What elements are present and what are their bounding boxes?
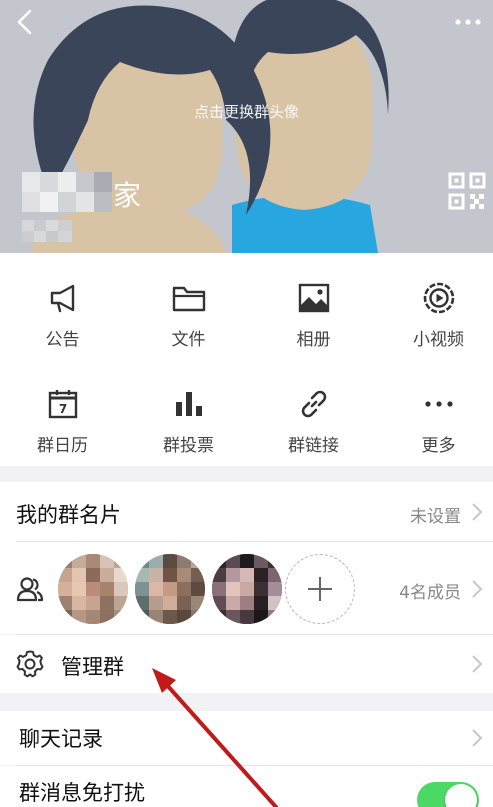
manage-group-row[interactable]: 管理群 xyxy=(0,635,493,693)
action-label: 更多 xyxy=(421,436,456,456)
action-short-video[interactable]: 小视频 xyxy=(377,253,493,353)
action-announcement[interactable]: 公告 xyxy=(1,253,124,353)
action-label: 群投票 xyxy=(163,436,214,456)
do-not-disturb-row: 群消息免打扰 xyxy=(0,766,493,807)
do-not-disturb-label: 群消息免打扰 xyxy=(19,781,145,805)
bar-chart-icon xyxy=(175,392,202,416)
chevron-right-icon xyxy=(472,580,483,598)
chevron-left-icon xyxy=(17,9,32,35)
action-label: 文件 xyxy=(171,330,206,350)
action-files[interactable]: 文件 xyxy=(127,253,250,353)
chevron-right-icon xyxy=(472,729,483,747)
calendar-icon: 7 xyxy=(48,390,77,419)
action-label: 群日历 xyxy=(37,436,88,456)
blurred-group-subtitle xyxy=(22,220,72,242)
action-label: 群链接 xyxy=(288,436,339,456)
member-avatar[interactable] xyxy=(135,554,205,624)
megaphone-icon xyxy=(50,284,74,313)
blurred-group-name xyxy=(22,172,112,212)
chevron-right-icon xyxy=(472,655,483,673)
change-avatar-hint[interactable]: 点击更换群头像 xyxy=(0,101,493,122)
member-count: 4名成员 xyxy=(399,583,461,603)
action-calendar[interactable]: 7 群日历 xyxy=(1,359,124,459)
qr-code-icon xyxy=(448,172,486,210)
chevron-right-icon xyxy=(472,503,483,521)
qr-code-button[interactable] xyxy=(448,172,486,210)
link-icon xyxy=(301,390,326,418)
manage-group-label: 管理群 xyxy=(61,655,124,679)
members-row[interactable]: 4名成员 xyxy=(0,542,493,634)
calendar-day-number: 7 xyxy=(58,402,66,416)
member-avatar[interactable] xyxy=(58,554,128,624)
action-more[interactable]: 更多 xyxy=(377,359,493,459)
do-not-disturb-toggle[interactable] xyxy=(417,782,479,807)
group-name-text: 家 xyxy=(113,179,142,212)
more-dots-icon xyxy=(424,401,453,407)
group-header[interactable]: 点击更换群头像 家 xyxy=(0,0,493,253)
members-icon xyxy=(16,577,44,602)
add-member-button[interactable] xyxy=(285,554,355,624)
group-avatar-illustration[interactable] xyxy=(0,0,493,253)
plus-icon xyxy=(308,577,332,601)
video-icon xyxy=(423,282,454,314)
toggle-knob xyxy=(445,784,477,807)
member-avatar[interactable] xyxy=(212,554,282,624)
gear-icon xyxy=(16,650,44,678)
photo-album-icon xyxy=(298,283,329,313)
group-card-value: 未设置 xyxy=(410,507,461,527)
more-options-button[interactable] xyxy=(451,8,485,36)
action-vote[interactable]: 群投票 xyxy=(127,359,250,459)
chat-history-label: 聊天记录 xyxy=(19,727,103,751)
action-group-link[interactable]: 群链接 xyxy=(252,359,375,459)
my-group-card-row[interactable]: 我的群名片 未设置 xyxy=(0,482,493,542)
section-separator xyxy=(0,693,493,711)
my-group-card-label: 我的群名片 xyxy=(16,503,121,527)
chat-history-row[interactable]: 聊天记录 xyxy=(0,711,493,765)
section-separator xyxy=(0,466,493,482)
action-album[interactable]: 相册 xyxy=(252,253,375,353)
more-dots-icon xyxy=(455,19,481,25)
folder-icon xyxy=(172,286,205,312)
back-button[interactable] xyxy=(8,6,40,38)
action-label: 相册 xyxy=(296,330,331,350)
action-label: 小视频 xyxy=(413,330,464,350)
action-label: 公告 xyxy=(45,330,80,350)
quick-actions-grid: 公告 文件 相册 小视频 7 群日历 群投票 群链接 更多 xyxy=(0,253,493,466)
